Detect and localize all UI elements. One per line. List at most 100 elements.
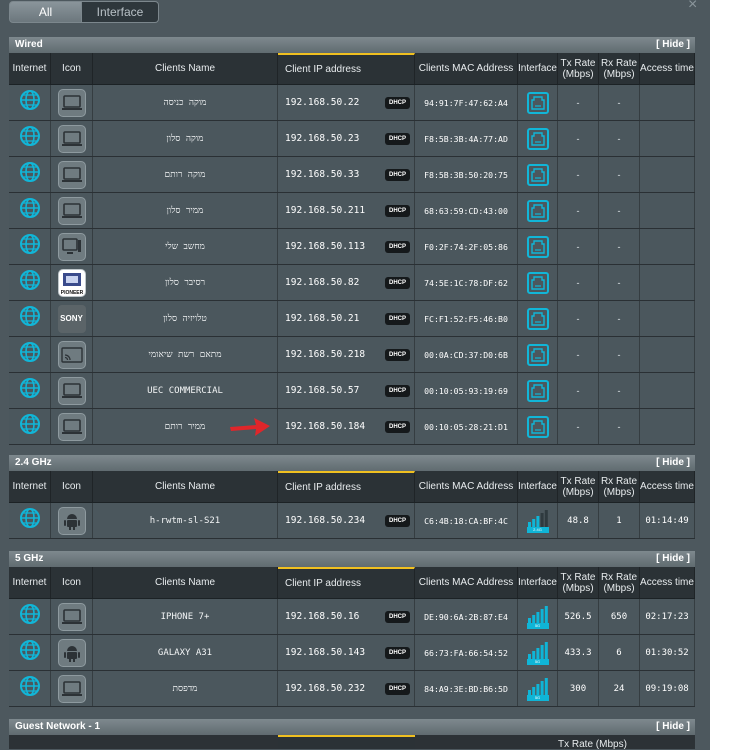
table-row[interactable]: מוקה רותם 192.168.50.33 DHCP F8:5B:3B:50:… (9, 157, 695, 193)
hide-toggle[interactable]: [ Hide ] (656, 37, 690, 53)
col-name[interactable]: Clients Name (93, 567, 278, 598)
col-ip[interactable]: Client IP address (278, 471, 415, 502)
hide-toggle[interactable]: [ Hide ] (656, 719, 690, 735)
client-name[interactable]: IPHONE 7+ (161, 612, 210, 622)
client-name[interactable]: GALAXY A31 (158, 648, 212, 658)
internet-cell[interactable] (9, 229, 51, 264)
col-internet[interactable]: Internet (9, 567, 51, 598)
globe-icon[interactable] (19, 161, 41, 188)
laptop-icon[interactable] (57, 196, 86, 225)
col-tx[interactable]: Tx Rate (Mbps) (558, 567, 599, 598)
col-icon[interactable]: Icon (51, 471, 93, 502)
client-name[interactable]: ממיר רותם (165, 421, 206, 432)
globe-icon[interactable] (19, 639, 41, 666)
internet-cell[interactable] (9, 301, 51, 336)
col-access[interactable]: Access time (640, 471, 695, 502)
col-ip[interactable]: Client IP address (278, 53, 415, 84)
col-tx[interactable]: Tx Rate (Mbps) (558, 471, 599, 502)
col-name[interactable]: Clients Name (93, 53, 278, 84)
desktop-icon[interactable] (57, 232, 86, 261)
internet-cell[interactable] (9, 85, 51, 120)
internet-cell[interactable] (9, 373, 51, 408)
client-name[interactable]: רסיבר סלון (165, 277, 205, 288)
client-name-cell[interactable]: מדפסת (93, 671, 278, 706)
client-name-cell[interactable]: טלויזיה סלון (93, 301, 278, 336)
globe-icon[interactable] (19, 507, 41, 534)
client-name-cell[interactable]: UEC COMMERCIAL (93, 373, 278, 408)
col-rx[interactable]: Rx Rate (Mbps) (599, 53, 640, 84)
hide-toggle[interactable]: [ Hide ] (656, 551, 690, 567)
table-row[interactable]: מתאם רשת שיאומי 192.168.50.218 DHCP 00:0A… (9, 337, 695, 373)
col-name[interactable]: Clients Name (93, 471, 278, 502)
internet-cell[interactable] (9, 503, 51, 538)
table-row[interactable]: מוקה כניסה 192.168.50.22 DHCP 94:91:7F:47… (9, 85, 695, 121)
table-row[interactable]: מוקה סלון 192.168.50.23 DHCP F8:5B:3B:4A:… (9, 121, 695, 157)
android-icon[interactable] (57, 638, 86, 667)
internet-cell[interactable] (9, 635, 51, 670)
col-internet[interactable]: Internet (9, 471, 51, 502)
internet-cell[interactable] (9, 121, 51, 156)
col-interface[interactable]: Interface (518, 53, 558, 84)
col-access[interactable]: Access time (640, 53, 695, 84)
client-name[interactable]: UEC COMMERCIAL (147, 386, 223, 396)
globe-icon[interactable] (19, 377, 41, 404)
client-name[interactable]: טלויזיה סלון (163, 313, 207, 324)
internet-cell[interactable] (9, 157, 51, 192)
laptop-icon[interactable] (57, 88, 86, 117)
client-name-cell[interactable]: GALAXY A31 (93, 635, 278, 670)
laptop-icon[interactable] (57, 376, 86, 405)
table-row[interactable]: ממיר רותם 192.168.50.184 DHCP 00:10:05:28… (9, 409, 695, 445)
internet-cell[interactable] (9, 265, 51, 300)
tab-interface[interactable]: Interface (82, 1, 159, 23)
table-row[interactable]: PIONEER רסיבר סלון 192.168.50.82 DHCP 74:… (9, 265, 695, 301)
close-icon[interactable]: × (688, 0, 697, 14)
globe-icon[interactable] (19, 341, 41, 368)
table-row[interactable]: ממיר סלון 192.168.50.211 DHCP 68:63:59:CD… (9, 193, 695, 229)
client-name-cell[interactable]: מחשב שלי (93, 229, 278, 264)
client-name[interactable]: מוקה סלון (167, 133, 204, 144)
client-name[interactable]: מוקה כניסה (163, 97, 206, 108)
table-row[interactable]: SONY טלויזיה סלון 192.168.50.21 DHCP FC:F… (9, 301, 695, 337)
internet-cell[interactable] (9, 671, 51, 706)
client-name[interactable]: מתאם רשת שיאומי (148, 349, 221, 360)
col-icon[interactable]: Icon (51, 53, 93, 84)
globe-icon[interactable] (19, 413, 41, 440)
col-icon[interactable]: Icon (51, 567, 93, 598)
internet-cell[interactable] (9, 337, 51, 372)
laptop-icon[interactable] (57, 124, 86, 153)
client-name-cell[interactable]: מוקה כניסה (93, 85, 278, 120)
globe-icon[interactable] (19, 675, 41, 702)
client-name-cell[interactable]: רסיבר סלון (93, 265, 278, 300)
col-ip[interactable]: Client IP address (278, 567, 415, 598)
globe-icon[interactable] (19, 305, 41, 332)
client-name-cell[interactable]: ממיר סלון (93, 193, 278, 228)
globe-icon[interactable] (19, 603, 41, 630)
client-name[interactable]: מוקה רותם (165, 169, 206, 180)
col-tx[interactable]: Tx Rate (Mbps) (558, 53, 599, 84)
client-name[interactable]: h-rwtm-sl-S21 (150, 516, 220, 526)
table-row[interactable]: GALAXY A31 192.168.50.143 DHCP 66:73:FA:6… (9, 635, 695, 671)
col-interface[interactable]: Interface (518, 567, 558, 598)
laptop-icon[interactable] (57, 160, 86, 189)
col-mac[interactable]: Clients MAC Address (415, 567, 518, 598)
col-rx[interactable]: Rx Rate (Mbps) (599, 567, 640, 598)
col-mac[interactable]: Clients MAC Address (415, 53, 518, 84)
cast-icon[interactable] (57, 340, 86, 369)
internet-cell[interactable] (9, 193, 51, 228)
client-name[interactable]: ממיר סלון (167, 205, 204, 216)
globe-icon[interactable] (19, 125, 41, 152)
globe-icon[interactable] (19, 89, 41, 116)
client-name-cell[interactable]: h-rwtm-sl-S21 (93, 503, 278, 538)
laptop-icon[interactable] (57, 602, 86, 631)
internet-cell[interactable] (9, 409, 51, 444)
col-rx[interactable]: Rx Rate (Mbps) (599, 471, 640, 502)
col-access[interactable]: Access time (640, 567, 695, 598)
client-name-cell[interactable]: מוקה סלון (93, 121, 278, 156)
laptop-icon[interactable] (57, 412, 86, 441)
hide-toggle[interactable]: [ Hide ] (656, 455, 690, 471)
col-mac[interactable]: Clients MAC Address (415, 471, 518, 502)
globe-icon[interactable] (19, 197, 41, 224)
client-name-cell[interactable]: IPHONE 7+ (93, 599, 278, 634)
client-name[interactable]: מדפסת (173, 683, 198, 694)
table-row[interactable]: h-rwtm-sl-S21 192.168.50.234 DHCP C6:4B:1… (9, 503, 695, 539)
